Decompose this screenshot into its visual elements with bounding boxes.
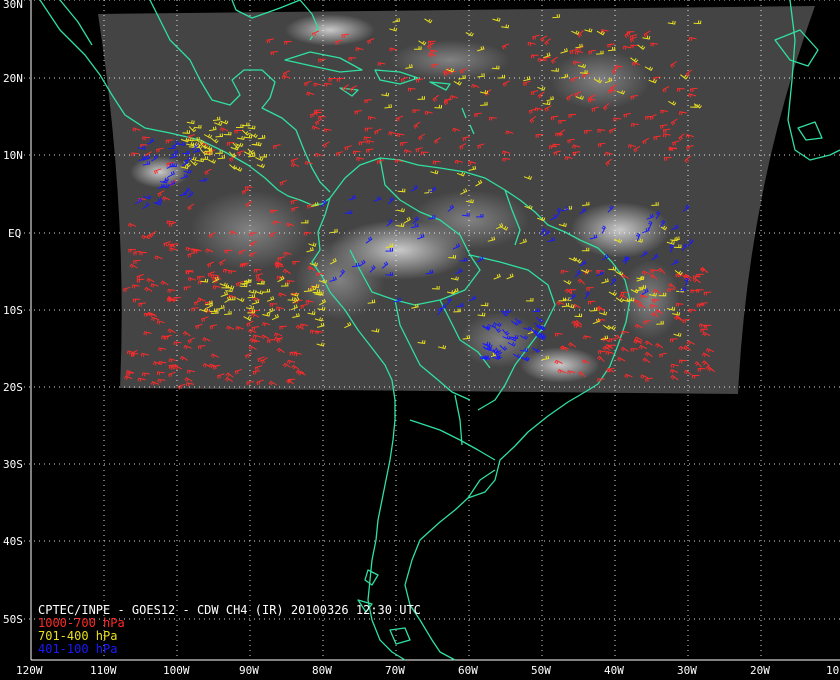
legend-item-upper-level: 401-100 hPa: [38, 642, 118, 656]
lat-label: 10S: [3, 304, 23, 317]
lon-label: 40W: [604, 664, 624, 677]
lat-label: EQ: [8, 227, 21, 240]
lat-label: 30N: [3, 0, 23, 11]
lat-label: 50S: [3, 613, 23, 626]
lon-label: 90W: [239, 664, 259, 677]
latitude-labels: 30N 20N 10N EQ 10S 20S 30S 40S 50S: [3, 0, 23, 626]
lon-label: 60W: [458, 664, 478, 677]
lon-label: 10: [826, 664, 839, 677]
lon-label: 20W: [750, 664, 770, 677]
lat-label: 40S: [3, 535, 23, 548]
longitude-labels: 120W 110W 100W 90W 80W 70W 60W 50W 40W 3…: [16, 664, 839, 677]
lat-label: 10N: [3, 149, 23, 162]
lat-label: 30S: [3, 458, 23, 471]
lon-label: 70W: [385, 664, 405, 677]
map-canvas: 30N 20N 10N EQ 10S 20S 30S 40S 50S 120W …: [3, 0, 840, 677]
lon-label: 80W: [312, 664, 332, 677]
lon-label: 100W: [163, 664, 190, 677]
lat-label: 20S: [3, 381, 23, 394]
lon-label: 30W: [677, 664, 697, 677]
lon-label: 110W: [90, 664, 117, 677]
lat-label: 20N: [3, 72, 23, 85]
satellite-image: [98, 6, 815, 394]
lon-label: 50W: [531, 664, 551, 677]
lon-label: 120W: [16, 664, 43, 677]
